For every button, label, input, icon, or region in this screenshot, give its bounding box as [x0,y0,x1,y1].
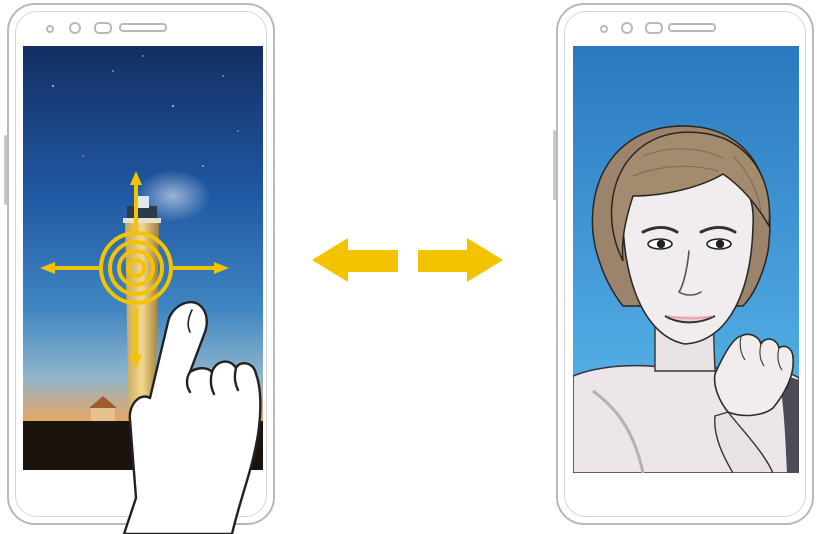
rear-camera-phone [4,3,275,525]
arrow-right-icon [418,238,503,282]
phone-speaker [119,23,167,32]
phone-speaker [668,23,716,32]
lighthouse-scene [23,46,263,470]
front-camera-phone [553,3,814,525]
front-camera-lens [69,22,81,34]
phone-sensor-pill [645,22,663,34]
front-camera-lens [621,22,633,34]
switch-camera-arrows [312,238,503,282]
selfie-portrait [573,46,799,473]
camera-viewfinder-screen [23,46,263,470]
phone-sensor-pill [94,22,112,34]
phone-side-button [553,130,556,200]
lighthouse [123,196,161,426]
phone-sensor-dot [46,25,54,33]
phone-top-bezel [558,22,812,36]
phone-side-button [4,135,7,205]
phone-top-bezel [9,22,273,36]
arrow-left-icon [312,238,398,282]
phone-sensor-dot [600,25,608,33]
selfie-viewfinder-screen [573,46,799,473]
